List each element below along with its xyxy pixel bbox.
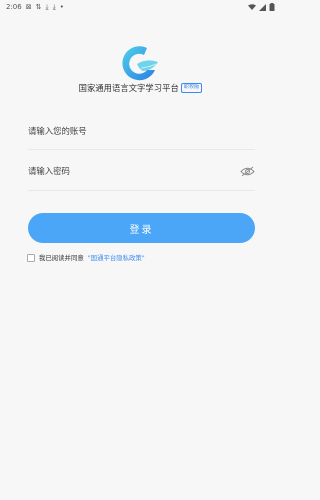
agreement-text: 我已阅读并同意 <box>39 254 84 262</box>
password-divider <box>28 190 255 191</box>
agree-checkbox[interactable] <box>27 253 35 262</box>
login-button[interactable]: 登录 <box>28 213 255 243</box>
wifi-icon <box>248 4 256 10</box>
username-field[interactable] <box>28 121 255 141</box>
app-logo <box>122 46 158 81</box>
privacy-policy-link[interactable]: "国通平台隐私政策" <box>88 253 145 262</box>
download-icon: ⤓ <box>52 2 56 11</box>
status-time: 2:06 <box>6 3 22 11</box>
battery-icon <box>269 3 275 11</box>
username-input[interactable] <box>28 126 228 136</box>
agreement-row: 我已阅读并同意 "国通平台隐私政策" <box>27 252 145 263</box>
sync-icon: ⇅ <box>35 2 42 11</box>
password-input[interactable] <box>28 166 228 176</box>
dot-icon: • <box>59 2 64 11</box>
password-field[interactable] <box>28 161 255 181</box>
eye-icon[interactable] <box>240 166 255 177</box>
username-divider <box>28 149 255 150</box>
title-row: 国家通用语言文字学习平台 职校版 <box>0 82 281 94</box>
signal-icon <box>259 3 266 11</box>
app-title: 国家通用语言文字学习平台 <box>78 83 179 93</box>
status-right <box>248 3 275 11</box>
status-bar: 2:06 ⊠ ⇅ ⤓ ⤓ • <box>0 0 281 14</box>
photo-icon: ⊠ <box>25 2 32 11</box>
status-left: 2:06 ⊠ ⇅ ⤓ ⤓ • <box>6 3 64 11</box>
download-icon: ⤓ <box>45 2 49 11</box>
edition-badge: 职校版 <box>180 83 203 93</box>
